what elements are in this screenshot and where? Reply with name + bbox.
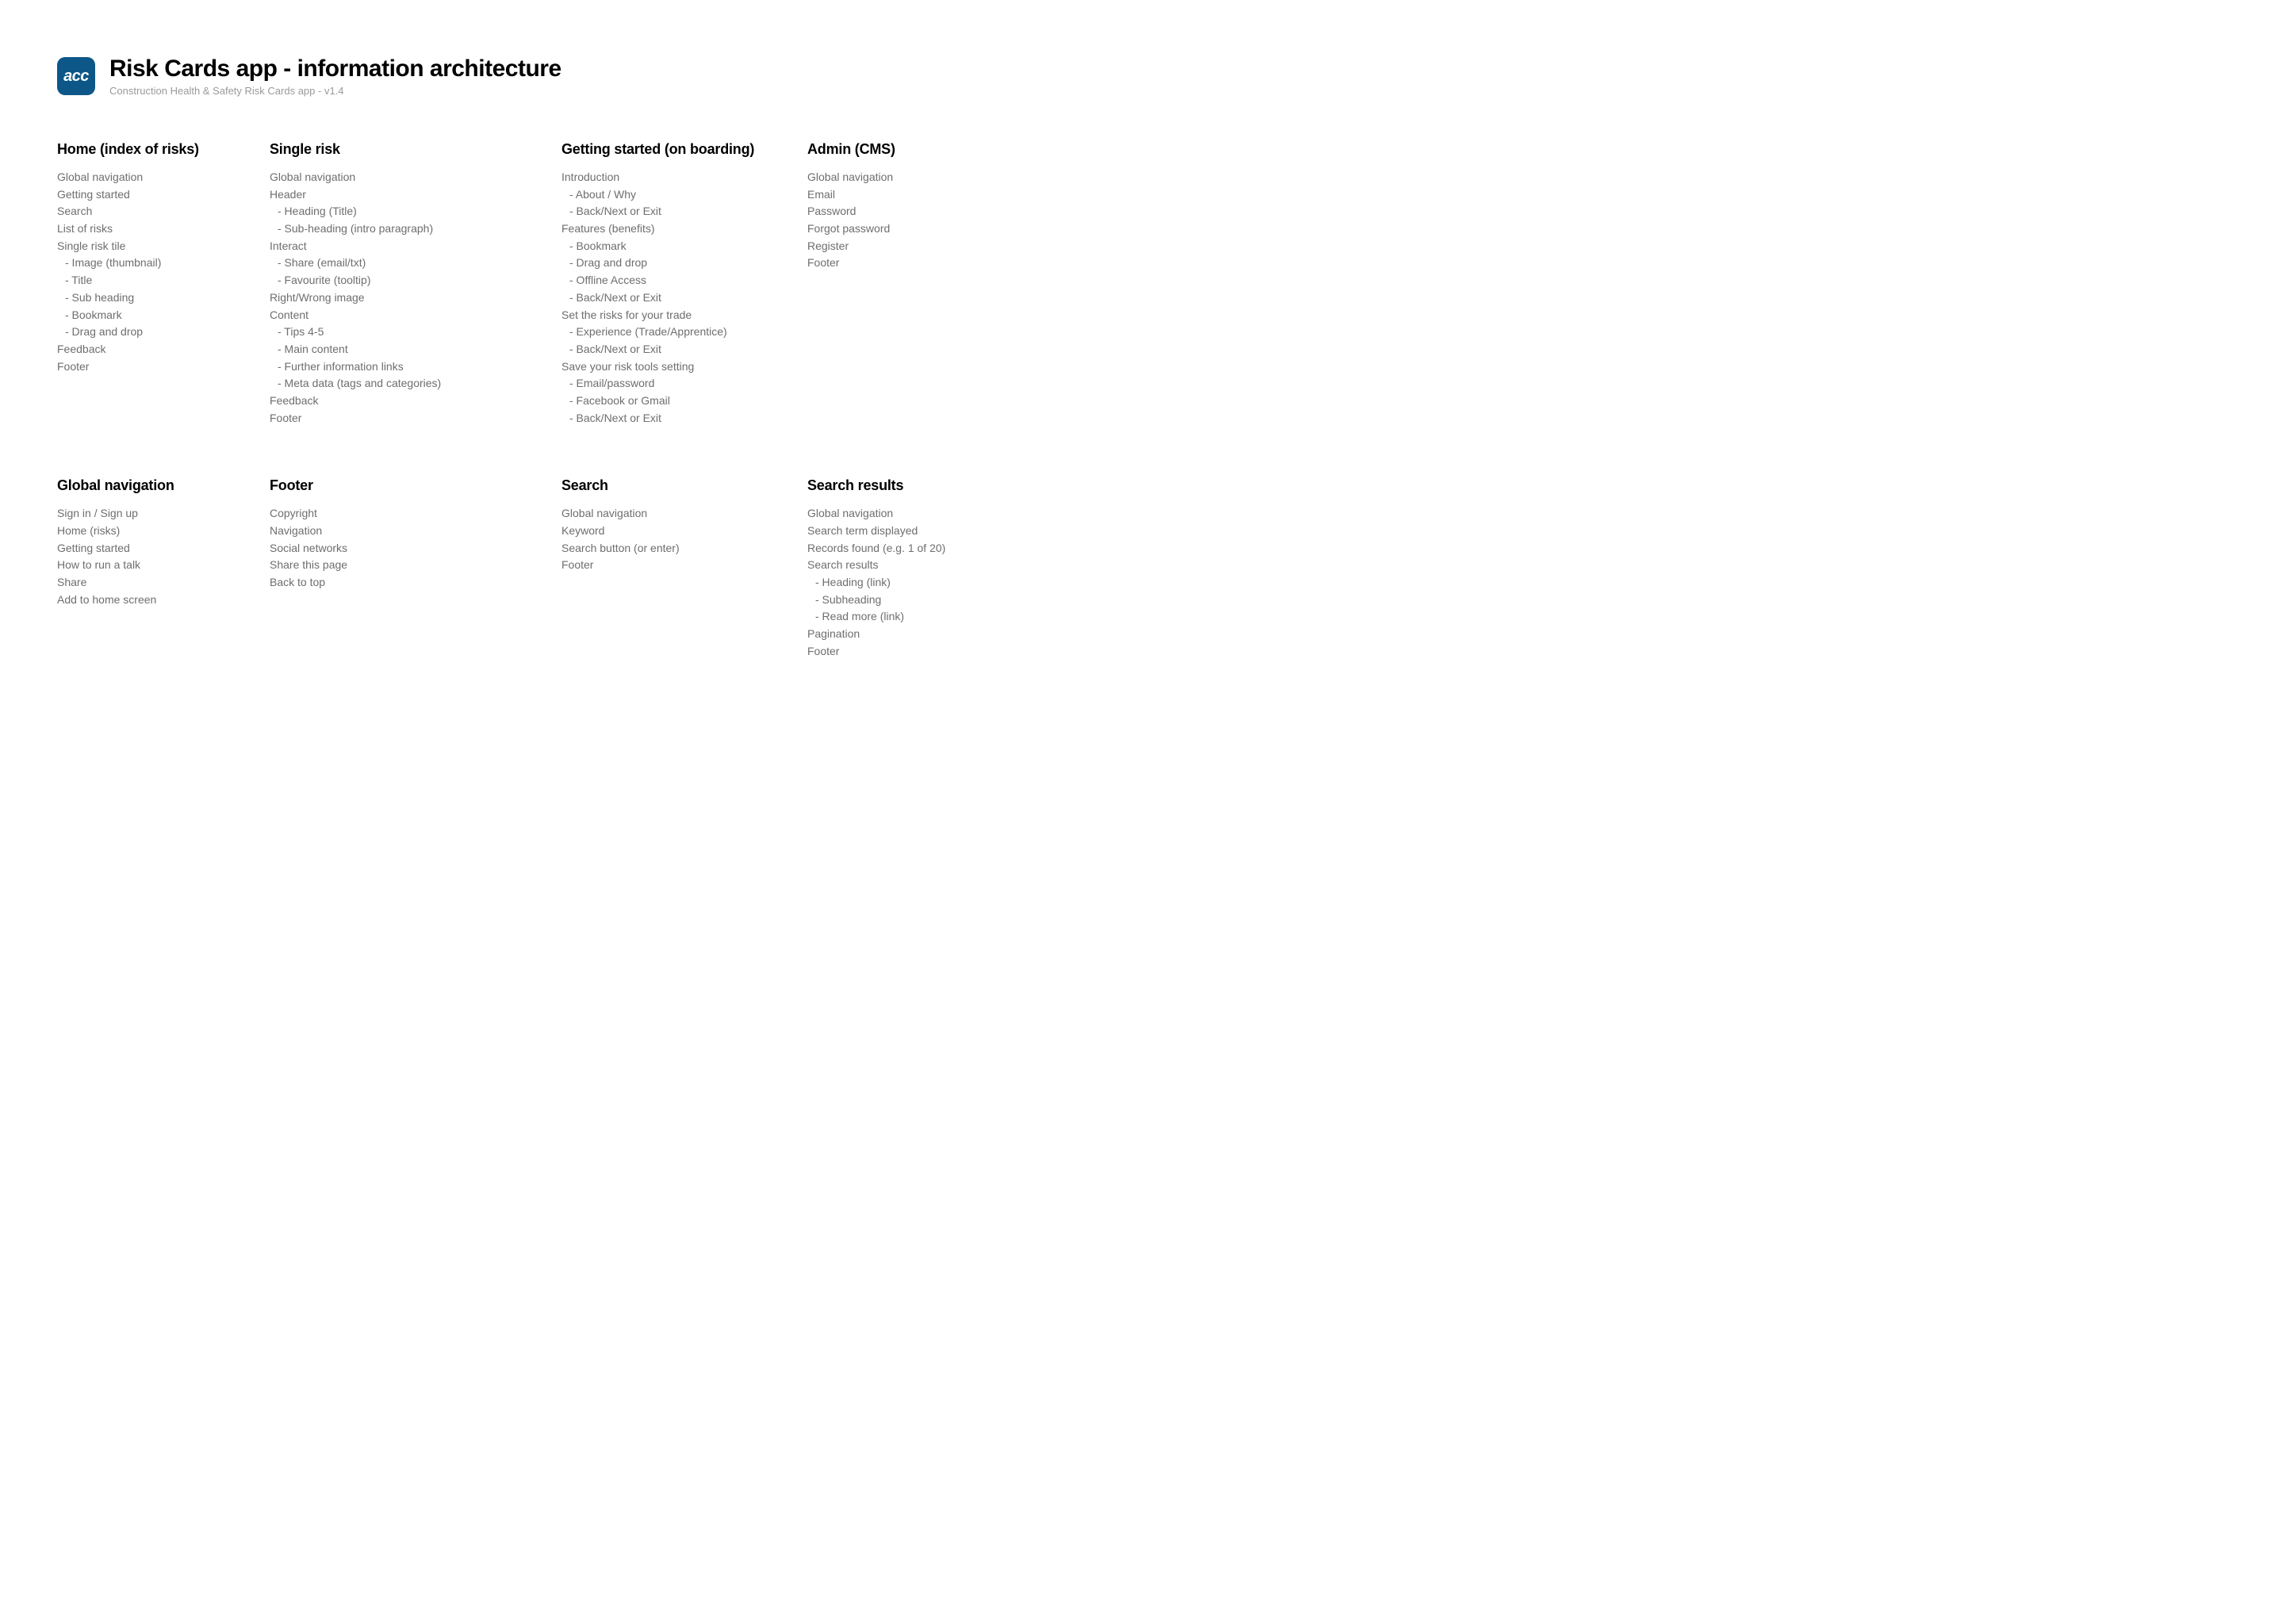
list-item: Password — [807, 203, 958, 220]
header-text-block: Risk Cards app - information architectur… — [109, 56, 561, 97]
list-item: Introduction — [561, 169, 807, 186]
list-item: Forgot password — [807, 220, 958, 238]
section-heading: Admin (CMS) — [807, 141, 958, 158]
list-item: Getting started — [57, 186, 270, 204]
list-item: Header — [270, 186, 561, 204]
list-item: - Share (email/txt) — [270, 255, 561, 272]
section: Admin (CMS) Global navigationEmailPasswor… — [807, 141, 958, 427]
list-item: Feedback — [57, 341, 270, 358]
list-item: Content — [270, 307, 561, 324]
list-item: - Facebook or Gmail — [561, 393, 807, 410]
section-heading: Getting started (on boarding) — [561, 141, 807, 158]
list-item: Single risk tile — [57, 238, 270, 255]
logo-text: acc — [63, 67, 89, 86]
list-item: - Read more (link) — [807, 608, 958, 626]
section-heading: Footer — [270, 477, 561, 494]
app-logo-icon: acc — [57, 57, 95, 95]
list-item: - Heading (Title) — [270, 203, 561, 220]
section: Getting started (on boarding) Introductio… — [561, 141, 807, 427]
list-item: - Sub heading — [57, 289, 270, 307]
list-item: Interact — [270, 238, 561, 255]
list-item: Global navigation — [807, 169, 958, 186]
list-item: Share this page — [270, 557, 561, 574]
list-item: How to run a talk — [57, 557, 270, 574]
list-item: - Email/password — [561, 375, 807, 393]
list-item: - Bookmark — [561, 238, 807, 255]
list-item: Save your risk tools setting — [561, 358, 807, 376]
list-item: - Back/Next or Exit — [561, 341, 807, 358]
page-title: Risk Cards app - information architectur… — [109, 56, 561, 82]
list-item: Copyright — [270, 505, 561, 523]
list-item: Navigation — [270, 523, 561, 540]
list-item: - Tips 4-5 — [270, 324, 561, 341]
list-item: Global navigation — [807, 505, 958, 523]
list-item: Pagination — [807, 626, 958, 643]
list-item: - Main content — [270, 341, 561, 358]
list-item: - Back/Next or Exit — [561, 289, 807, 307]
list-item: Search — [57, 203, 270, 220]
list-item: Footer — [807, 255, 958, 272]
list-item: List of risks — [57, 220, 270, 238]
list-item: Set the risks for your trade — [561, 307, 807, 324]
list-item: Getting started — [57, 540, 270, 557]
list-item: - Heading (link) — [807, 574, 958, 592]
list-item: Keyword — [561, 523, 807, 540]
list-item: - Favourite (tooltip) — [270, 272, 561, 289]
list-item: Search results — [807, 557, 958, 574]
list-item: Sign in / Sign up — [57, 505, 270, 523]
page-header: acc Risk Cards app - information archite… — [57, 56, 958, 97]
section-heading: Home (index of risks) — [57, 141, 270, 158]
list-item: Add to home screen — [57, 592, 270, 609]
list-item: Share — [57, 574, 270, 592]
list-item: Home (risks) — [57, 523, 270, 540]
list-item: - About / Why — [561, 186, 807, 204]
section: Single risk Global navigationHeader- Head… — [270, 141, 561, 427]
list-item: Features (benefits) — [561, 220, 807, 238]
list-item: Footer — [57, 358, 270, 376]
list-item: - Drag and drop — [57, 324, 270, 341]
list-item: - Experience (Trade/Apprentice) — [561, 324, 807, 341]
list-item: Global navigation — [270, 169, 561, 186]
list-item: - Meta data (tags and categories) — [270, 375, 561, 393]
list-item: - Back/Next or Exit — [561, 410, 807, 427]
list-item: - Sub-heading (intro paragraph) — [270, 220, 561, 238]
list-item: Records found (e.g. 1 of 20) — [807, 540, 958, 557]
list-item: Global navigation — [561, 505, 807, 523]
section-heading: Search results — [807, 477, 958, 494]
list-item: Global navigation — [57, 169, 270, 186]
list-item: Footer — [270, 410, 561, 427]
section-heading: Search — [561, 477, 807, 494]
list-item: Footer — [807, 643, 958, 661]
list-item: Back to top — [270, 574, 561, 592]
list-item: - Bookmark — [57, 307, 270, 324]
section: Search results Global navigationSearch te… — [807, 477, 958, 660]
section-heading: Global navigation — [57, 477, 270, 494]
list-item: Search term displayed — [807, 523, 958, 540]
list-item: Feedback — [270, 393, 561, 410]
list-item: - Subheading — [807, 592, 958, 609]
section: Search Global navigationKeywordSearch but… — [561, 477, 807, 660]
list-item: - Image (thumbnail) — [57, 255, 270, 272]
page-subtitle: Construction Health & Safety Risk Cards … — [109, 85, 561, 97]
list-item: - Back/Next or Exit — [561, 203, 807, 220]
list-item: Footer — [561, 557, 807, 574]
sections-grid: Home (index of risks)Global navigationGe… — [57, 141, 958, 661]
list-item: - Offline Access — [561, 272, 807, 289]
list-item: - Drag and drop — [561, 255, 807, 272]
section: Footer CopyrightNavigationSocial networks… — [270, 477, 561, 660]
section-heading: Single risk — [270, 141, 561, 158]
list-item: Right/Wrong image — [270, 289, 561, 307]
list-item: Email — [807, 186, 958, 204]
list-item: Social networks — [270, 540, 561, 557]
list-item: - Title — [57, 272, 270, 289]
section: Global navigation Sign in / Sign upHome (… — [57, 477, 270, 660]
list-item: - Further information links — [270, 358, 561, 376]
list-item: Register — [807, 238, 958, 255]
section: Home (index of risks) Global navigationGe… — [57, 141, 270, 427]
list-item: Search button (or enter) — [561, 540, 807, 557]
